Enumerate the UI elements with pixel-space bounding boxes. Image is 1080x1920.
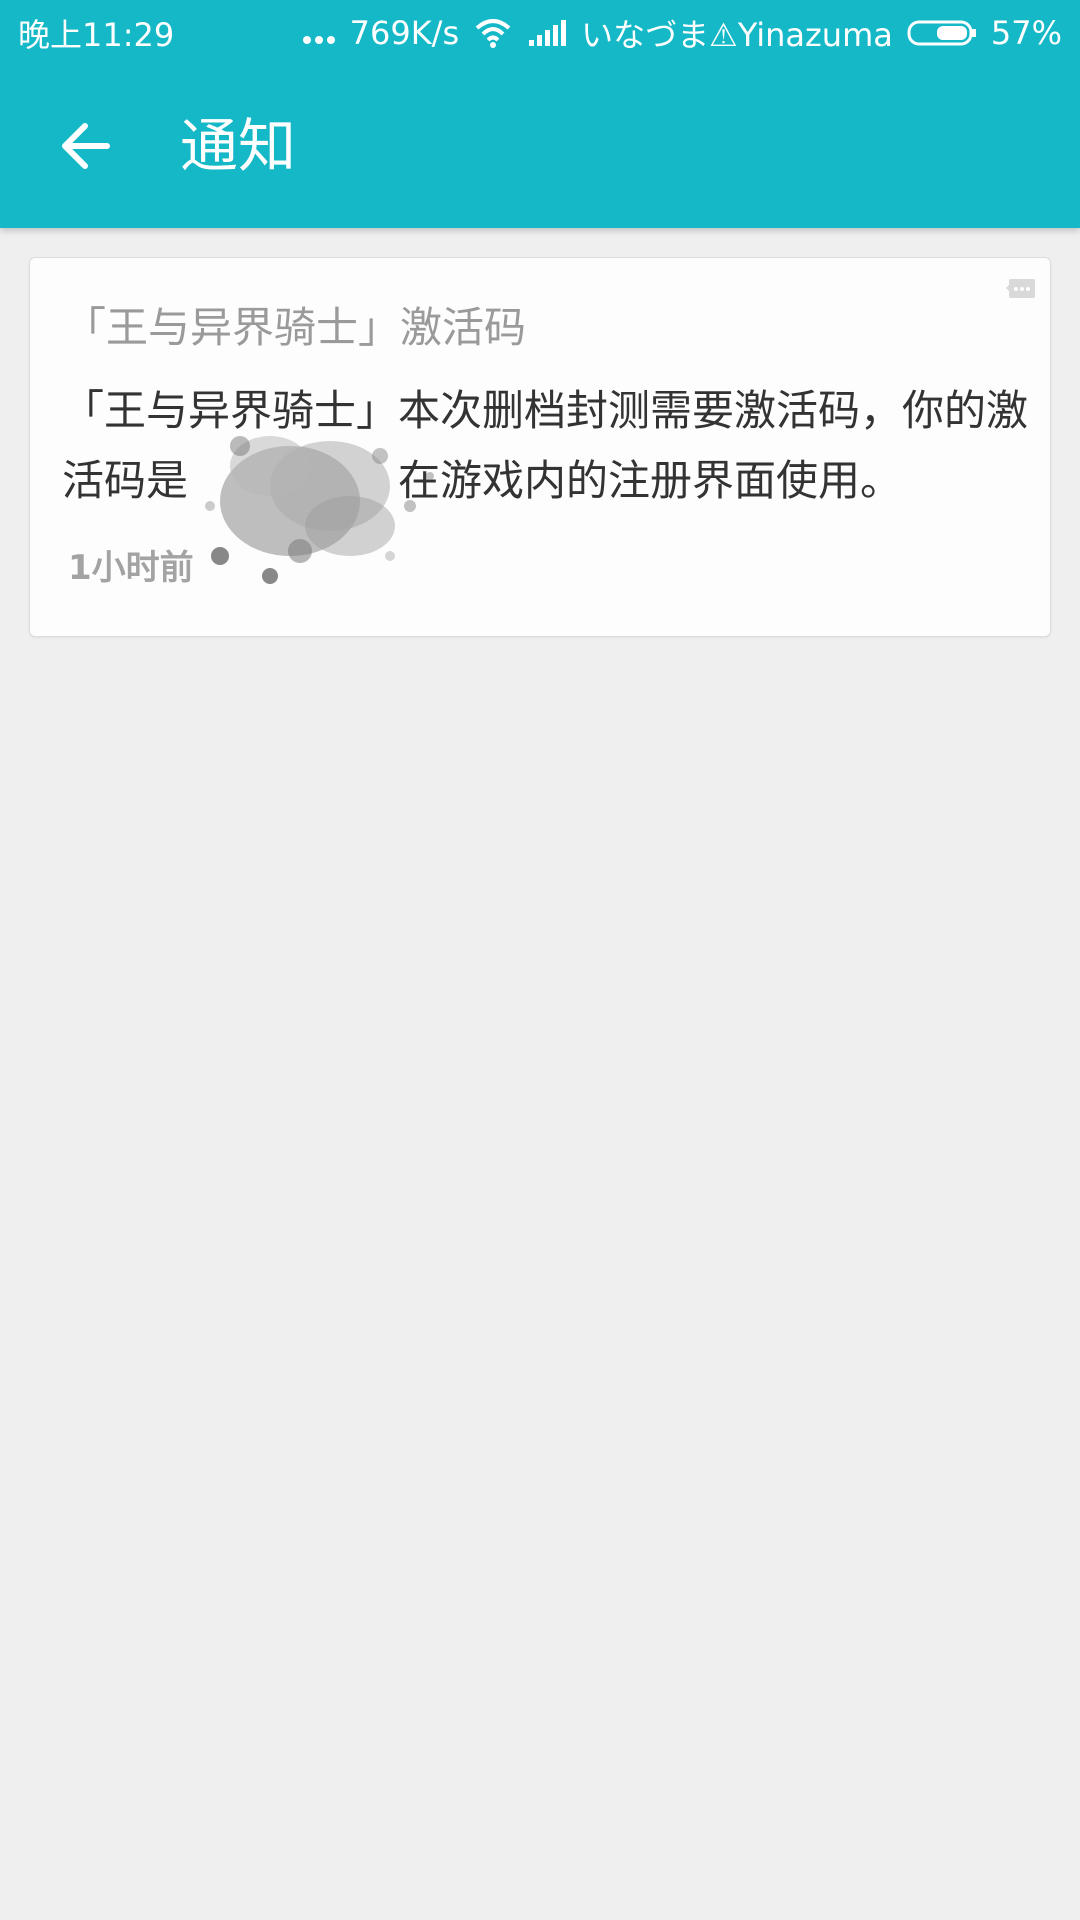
page-title: 通知 [180, 112, 297, 180]
toolbar: 通知 [0, 62, 1080, 228]
app-header: 晚上11:29 769K/s いなづま⚠Yinazuma 57% 通知 [0, 0, 1080, 228]
more-icon[interactable] [1006, 278, 1036, 300]
status-indicators: 769K/s いなづま⚠Yinazuma 57% [302, 10, 1062, 56]
signal-icon [529, 20, 567, 46]
wifi-icon [475, 19, 511, 48]
more-dots-icon [302, 36, 335, 44]
network-speed: 769K/s [349, 14, 460, 52]
notification-body: 「王与异界骑士」本次删档封测需要激活码，你的激活码是 在游戏内的注册界面使用。 [62, 376, 1057, 516]
status-time: 晚上11:29 [18, 16, 175, 54]
status-bar: 晚上11:29 769K/s いなづま⚠Yinazuma 57% [0, 0, 1080, 62]
arrow-left-icon [62, 123, 110, 169]
battery-percent: 57% [990, 14, 1062, 52]
battery-icon [907, 20, 976, 46]
carrier-name: いなづま⚠Yinazuma [581, 16, 893, 54]
back-button[interactable] [40, 104, 130, 188]
notification-time: 1小时前 [68, 548, 194, 588]
notification-body-end: 在游戏内的注册界面使用。 [398, 456, 903, 505]
notification-title: 「王与异界骑士」激活码 [64, 303, 527, 352]
redacted-code [188, 464, 398, 504]
notifications-screen: 晚上11:29 769K/s いなづま⚠Yinazuma 57% 通知 「王与异… [0, 0, 1080, 1920]
notification-card[interactable]: 「王与异界骑士」激活码 「王与异界骑士」本次删档封测需要激活码，你的激活码是 在游… [29, 257, 1051, 637]
